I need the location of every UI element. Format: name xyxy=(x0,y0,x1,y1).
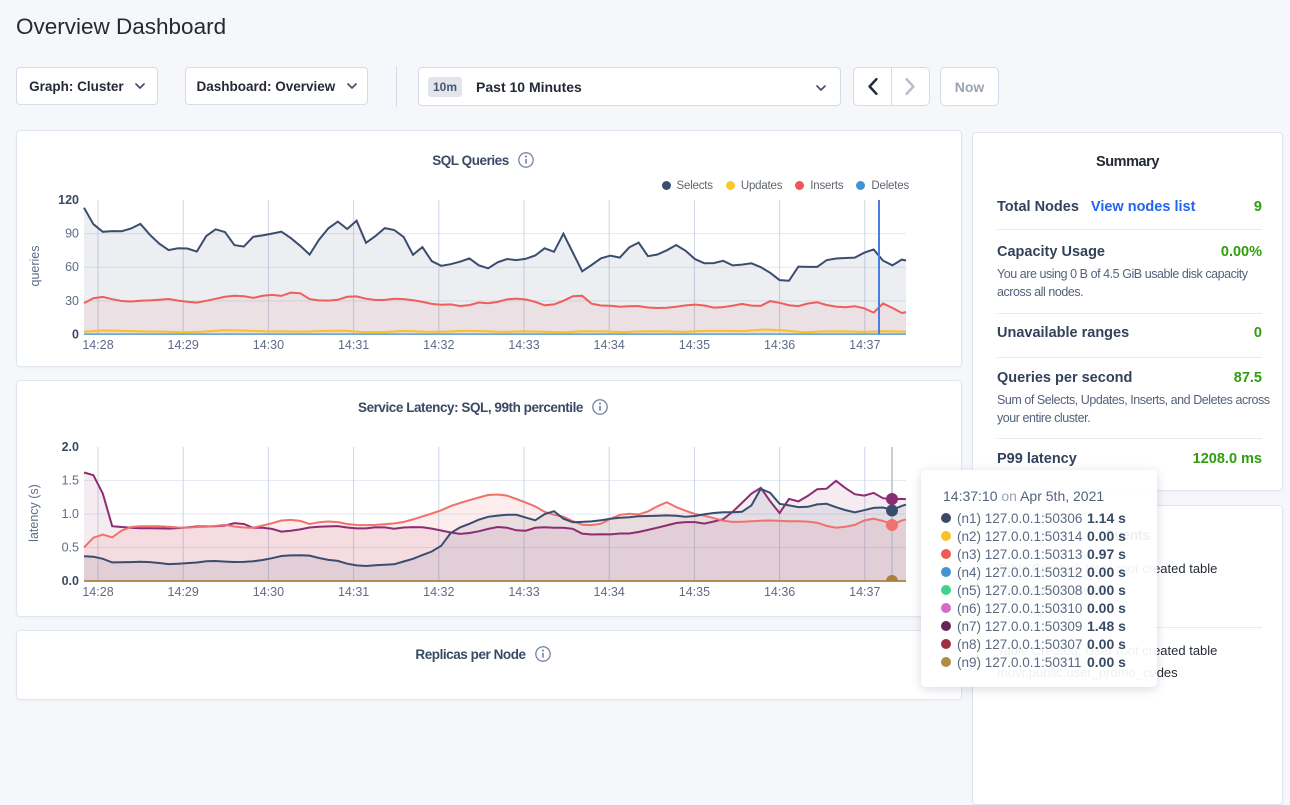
svg-text:60: 60 xyxy=(65,260,79,274)
svg-text:14:33: 14:33 xyxy=(508,585,539,599)
svg-text:14:32: 14:32 xyxy=(423,585,454,599)
svg-text:14:32: 14:32 xyxy=(423,338,454,352)
svg-text:1.0: 1.0 xyxy=(62,507,79,521)
svg-text:14:30: 14:30 xyxy=(253,585,284,599)
svg-text:0: 0 xyxy=(72,328,79,342)
svg-text:1.5: 1.5 xyxy=(62,474,79,488)
svg-text:14:35: 14:35 xyxy=(679,585,710,599)
svg-text:30: 30 xyxy=(65,294,79,308)
svg-text:2.0: 2.0 xyxy=(62,440,79,454)
svg-text:14:28: 14:28 xyxy=(82,585,113,599)
svg-text:queries: queries xyxy=(28,246,42,287)
svg-text:14:30: 14:30 xyxy=(253,338,284,352)
svg-text:0.0: 0.0 xyxy=(62,574,79,588)
svg-text:14:35: 14:35 xyxy=(679,338,710,352)
svg-text:0.5: 0.5 xyxy=(62,541,79,555)
svg-text:latency (s): latency (s) xyxy=(27,484,41,542)
svg-text:14:34: 14:34 xyxy=(594,338,625,352)
svg-text:14:31: 14:31 xyxy=(338,585,369,599)
svg-text:14:34: 14:34 xyxy=(594,585,625,599)
svg-text:14:36: 14:36 xyxy=(764,338,795,352)
svg-text:14:37: 14:37 xyxy=(849,585,880,599)
svg-text:14:36: 14:36 xyxy=(764,585,795,599)
svg-text:14:31: 14:31 xyxy=(338,338,369,352)
svg-text:90: 90 xyxy=(65,227,79,241)
svg-text:14:29: 14:29 xyxy=(168,585,199,599)
svg-text:120: 120 xyxy=(58,193,79,207)
svg-text:14:29: 14:29 xyxy=(168,338,199,352)
svg-text:14:37: 14:37 xyxy=(849,338,880,352)
svg-text:14:33: 14:33 xyxy=(508,338,539,352)
svg-text:14:28: 14:28 xyxy=(82,338,113,352)
